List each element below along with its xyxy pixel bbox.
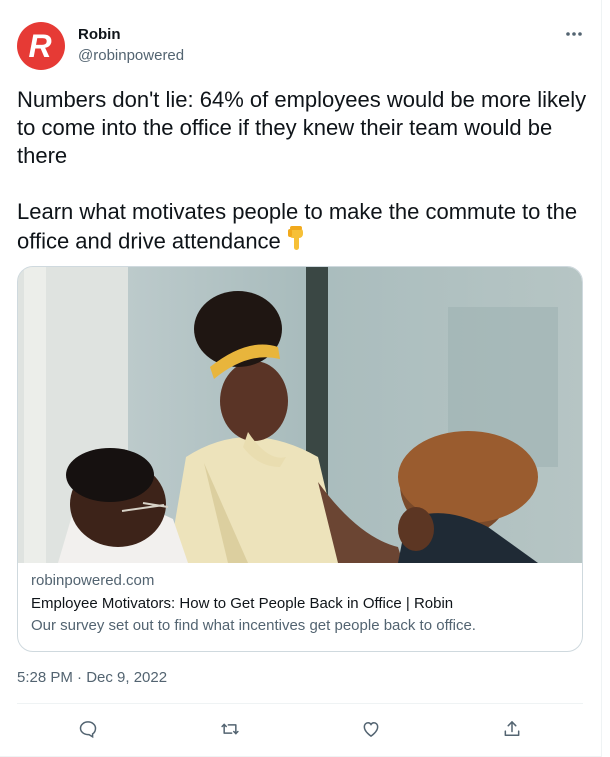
link-description: Our survey set out to find what incentiv… bbox=[31, 617, 476, 634]
author-handle[interactable]: @robinpowered bbox=[78, 47, 184, 64]
share-icon[interactable] bbox=[497, 714, 527, 744]
more-options-icon[interactable] bbox=[562, 22, 586, 46]
avatar[interactable]: R bbox=[17, 22, 65, 70]
pointing-down-emoji-icon bbox=[285, 226, 309, 259]
tweet-card: R Robin @robinpowered Numbers don't lie:… bbox=[0, 0, 602, 757]
link-meta: robinpowered.com Employee Motivators: Ho… bbox=[31, 571, 569, 637]
reply-icon[interactable] bbox=[73, 714, 103, 744]
link-preview-card[interactable]: robinpowered.com Employee Motivators: Ho… bbox=[17, 266, 583, 652]
divider bbox=[17, 703, 583, 704]
link-title: Employee Motivators: How to Get People B… bbox=[31, 595, 454, 612]
avatar-letter: R bbox=[28, 28, 52, 64]
link-preview-image bbox=[18, 267, 582, 563]
retweet-icon[interactable] bbox=[215, 714, 245, 744]
like-icon[interactable] bbox=[356, 714, 386, 744]
action-bar bbox=[0, 714, 602, 744]
tweet-timestamp[interactable]: 5:28 PM · Dec 9, 2022 bbox=[17, 669, 167, 686]
author-name[interactable]: Robin bbox=[78, 26, 121, 43]
link-domain: robinpowered.com bbox=[31, 572, 155, 589]
tweet-text: Numbers don't lie: 64% of employees woul… bbox=[17, 86, 592, 259]
